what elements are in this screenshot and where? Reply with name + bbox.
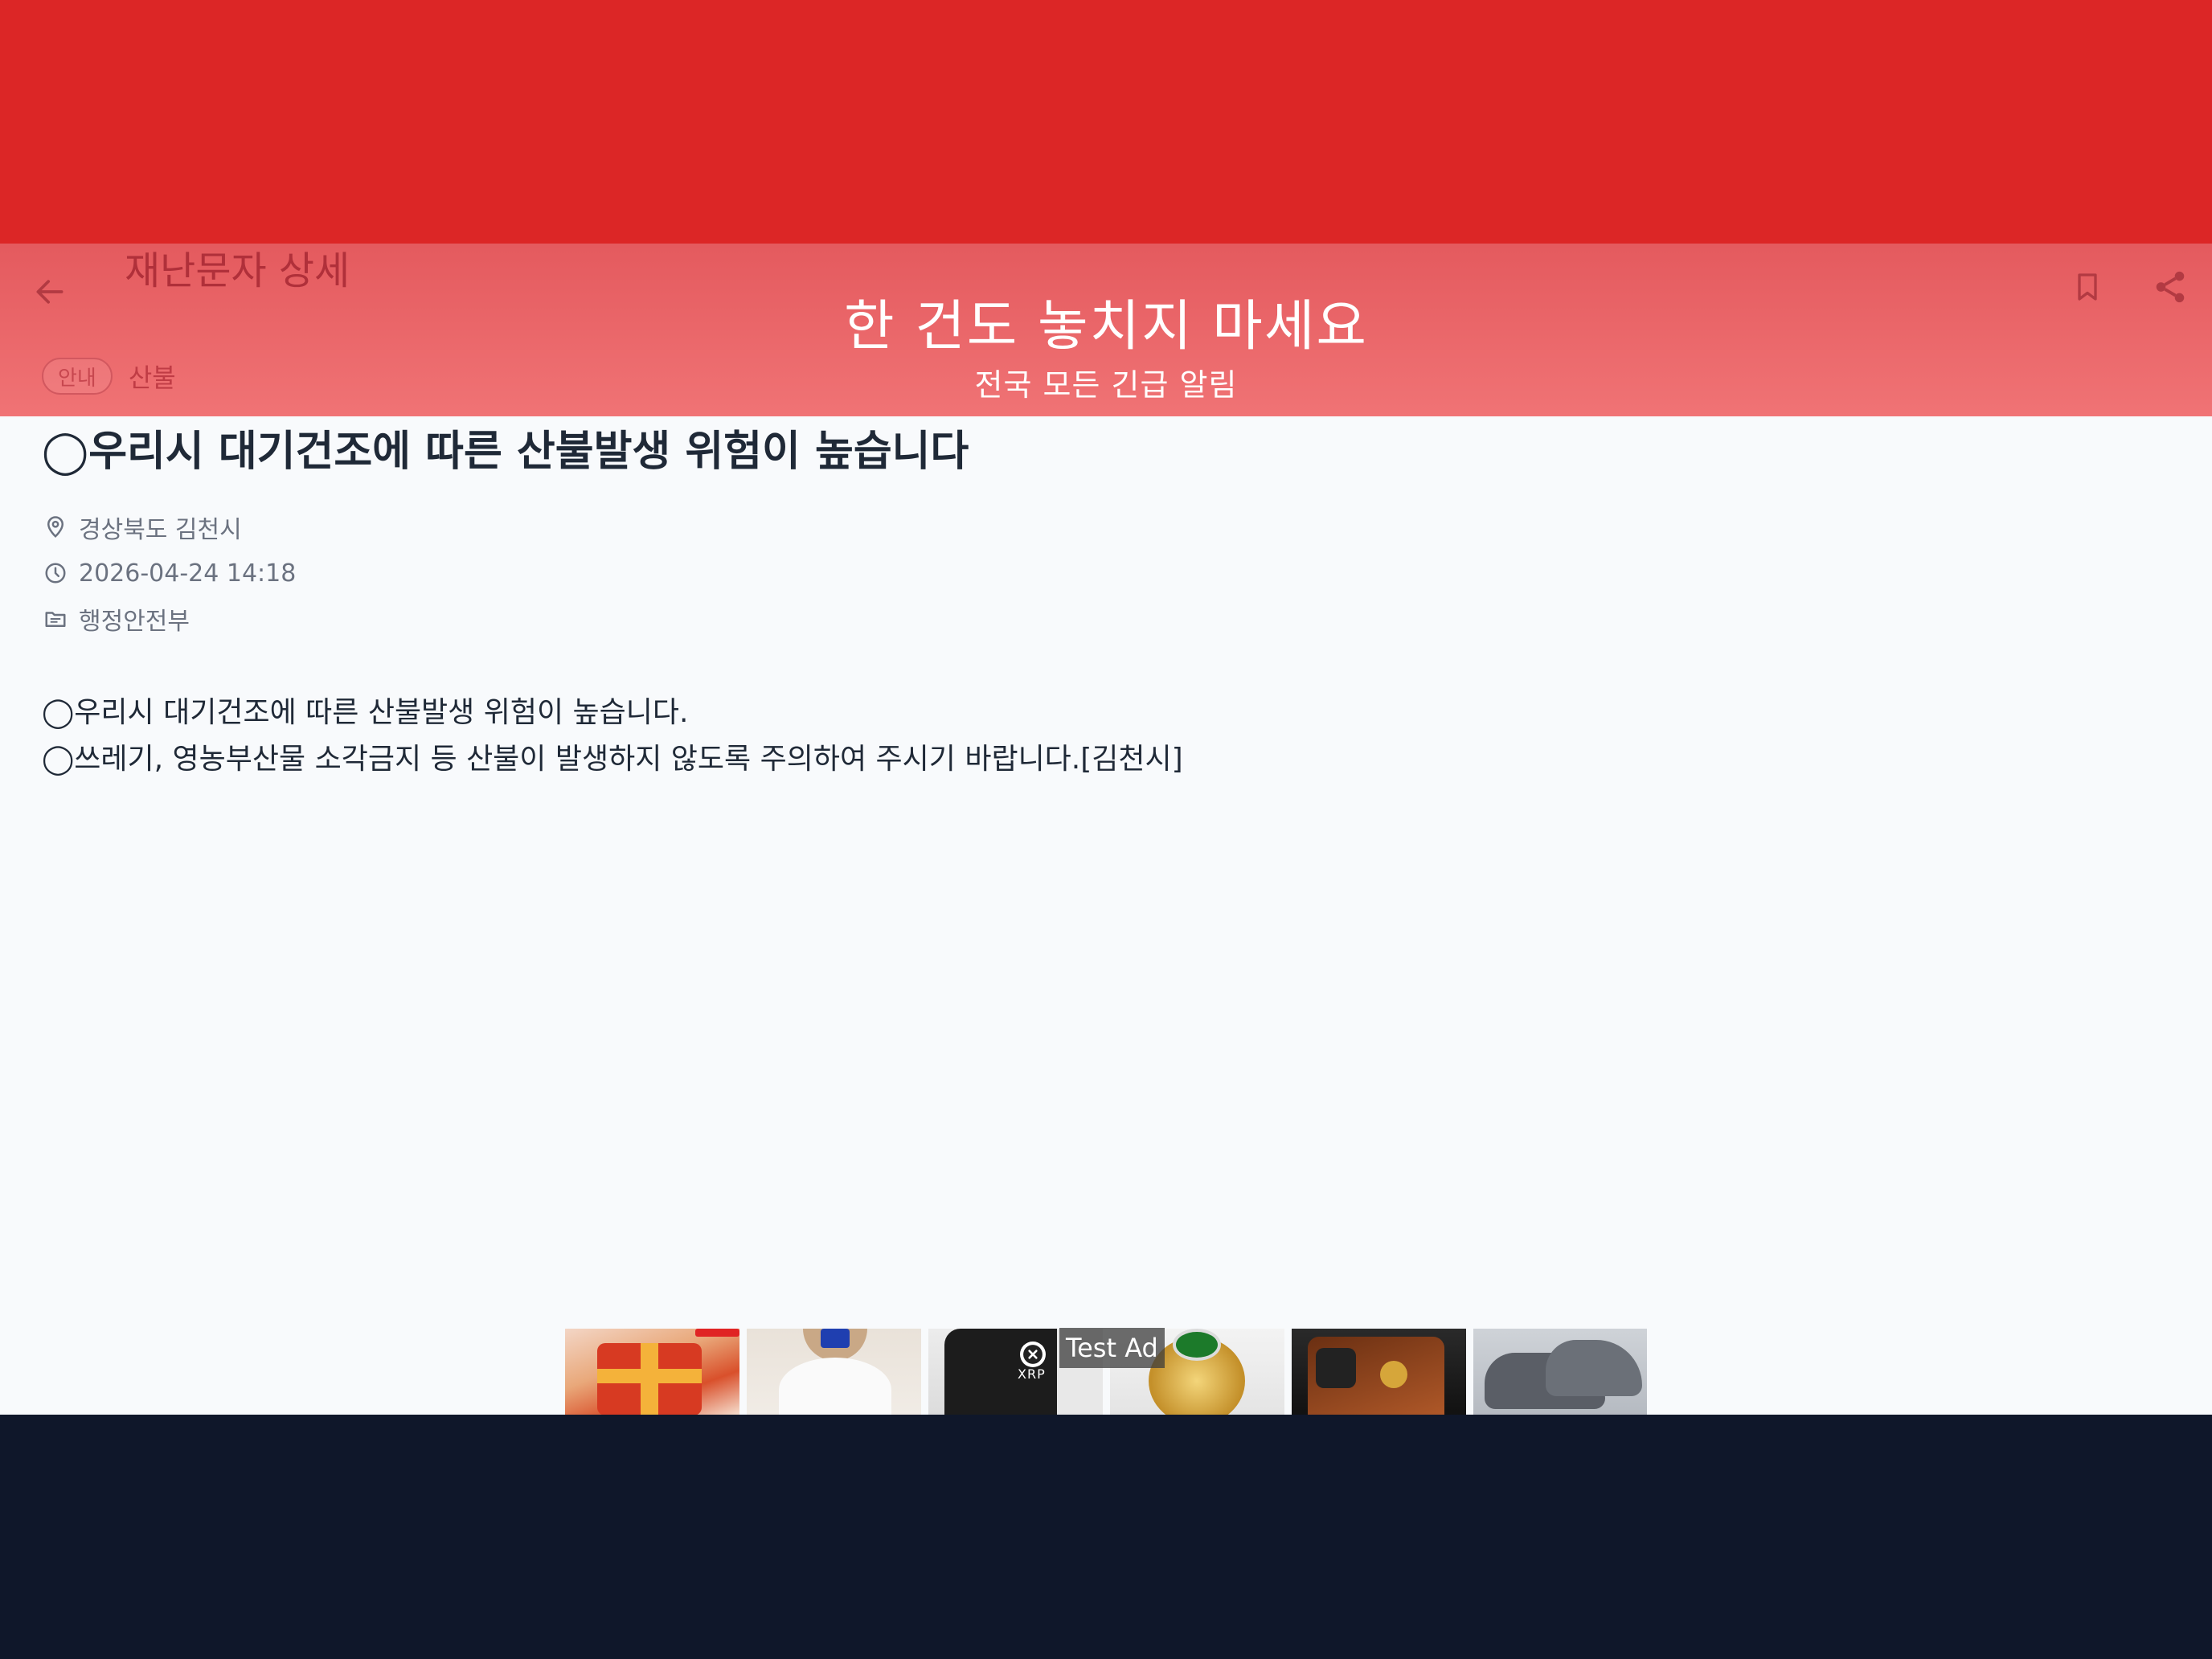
ad-close-button[interactable] [1020,1342,1046,1367]
ad-brand-text: XRP [1018,1366,1046,1382]
ad-product-phonecase[interactable] [1292,1329,1466,1415]
message-body: ◯우리시 대기건조에 따른 산불발생 위험이 높습니다. ◯쓰레기, 영농부산물… [42,690,1183,783]
meta-region: 경상북도 김천시 [42,510,242,545]
banner-subtitle: 전국 모든 긴급 알림 [974,367,1238,403]
promo-banner: 재난문자 상세 안내 산불 한 건도 놓치지 마세요 전국 모든 긴급 알림 [0,0,2212,416]
body-line: ◯우리시 대기건조에 따른 산불발생 위험이 높습니다. [42,696,689,729]
ad-product-gift[interactable] [565,1329,739,1415]
body-line: ◯쓰레기, 영농부산물 소각금지 등 산불이 발생하지 않도록 주의하여 주시기… [42,743,1183,776]
close-circle-icon [1023,1345,1043,1364]
location-pin-icon [42,514,69,541]
ad-label: Test Ad [1059,1328,1165,1368]
clock-icon [42,559,69,587]
region-text: 경상북도 김천시 [79,516,242,544]
message-title: ◯우리시 대기건조에 따른 산불발생 위험이 높습니다 [42,428,969,476]
folder-icon [42,605,69,633]
datetime-text: 2026-04-24 14:18 [79,559,297,588]
meta-agency: 행정안전부 [42,601,190,637]
meta-datetime: 2026-04-24 14:18 [42,555,296,591]
ad-product-dress[interactable] [747,1329,921,1415]
banner-title: 한 건도 놓치지 마세요 [844,295,1368,358]
bottom-area [0,1415,2212,1659]
agency-text: 행정안전부 [79,608,190,636]
ad-product-shoes[interactable] [1473,1329,1647,1415]
